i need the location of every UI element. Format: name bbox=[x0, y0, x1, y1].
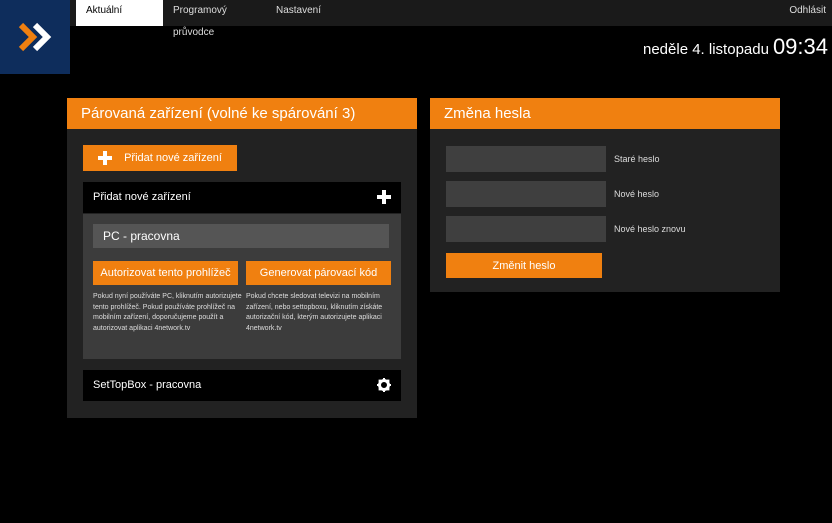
new-password-label: Nové heslo bbox=[614, 189, 660, 199]
device-name-field[interactable]: PC - pracovna bbox=[93, 224, 389, 248]
gear-icon[interactable] bbox=[377, 378, 391, 392]
plus-icon bbox=[377, 190, 391, 204]
add-device-button-label: Přidat nové zařízení bbox=[124, 152, 222, 164]
logout-link[interactable]: Odhlásit bbox=[789, 0, 826, 22]
tab-current-shows[interactable]: Aktuální pořady bbox=[76, 0, 163, 38]
repeat-password-label: Nové heslo znovu bbox=[614, 224, 686, 234]
old-password-label: Staré heslo bbox=[614, 154, 660, 164]
clock: neděle 4. listopadu 09:34 bbox=[643, 34, 828, 60]
change-password-button[interactable]: Změnit heslo bbox=[446, 253, 602, 278]
old-password-input[interactable] bbox=[446, 146, 606, 172]
add-device-button[interactable]: Přidat nové zařízení bbox=[83, 145, 237, 171]
add-device-section-title: Přidat nové zařízení bbox=[93, 191, 191, 203]
top-nav-bar: Aktuální pořady Programový průvodce Nast… bbox=[70, 0, 832, 38]
repeat-password-input[interactable] bbox=[446, 216, 606, 242]
app-logo[interactable] bbox=[0, 0, 70, 74]
stb-device-name: SetTopBox - pracovna bbox=[93, 379, 202, 391]
generate-pairing-code-button[interactable]: Generovat párovací kód bbox=[246, 261, 391, 285]
time-label: 09:34 bbox=[772, 34, 828, 59]
paired-devices-title: Párovaná zařízení (volné ke spárování 3) bbox=[67, 98, 417, 129]
change-password-title: Změna hesla bbox=[430, 98, 780, 129]
plus-icon bbox=[98, 151, 113, 165]
tab-settings[interactable]: Nastavení bbox=[266, 0, 346, 26]
new-password-input[interactable] bbox=[446, 181, 606, 207]
change-password-panel: Změna hesla Staré heslo Nové heslo Nové … bbox=[430, 98, 780, 292]
authorize-help-text: Pokud nyní používáte PC, kliknutím autor… bbox=[93, 293, 242, 332]
authorize-browser-button[interactable]: Autorizovat tento prohlížeč bbox=[93, 261, 238, 285]
logo-chevron-icon bbox=[18, 22, 52, 52]
stb-device-row[interactable]: SetTopBox - pracovna bbox=[83, 370, 401, 401]
generate-help-text: Pokud chcete sledovat televizi na mobiln… bbox=[246, 293, 383, 332]
tab-program-guide[interactable]: Programový průvodce bbox=[163, 0, 273, 38]
date-label: neděle 4. listopadu bbox=[643, 41, 769, 58]
add-device-section-header[interactable]: Přidat nové zařízení bbox=[83, 182, 401, 213]
paired-devices-panel: Párovaná zařízení (volné ke spárování 3)… bbox=[67, 98, 417, 418]
device-card: PC - pracovna Autorizovat tento prohlíže… bbox=[83, 214, 401, 359]
